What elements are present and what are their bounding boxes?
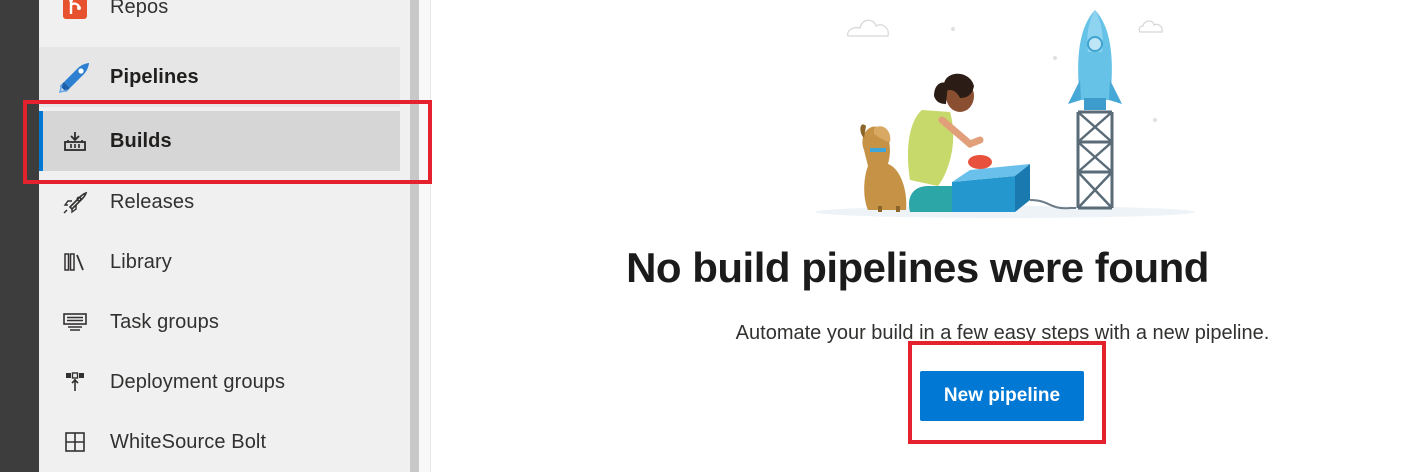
pipelines-icon xyxy=(57,59,93,95)
sidebar-item-whitesource-bolt[interactable]: WhiteSource Bolt xyxy=(39,412,400,472)
empty-state-subtitle: Automate your build in a few easy steps … xyxy=(735,322,1270,344)
releases-icon xyxy=(57,184,93,220)
sidebar-item-label: Releases xyxy=(110,190,195,213)
sidebar-item-label: Builds xyxy=(110,129,172,152)
rocket-icon xyxy=(1068,10,1122,110)
sidebar-item-builds[interactable]: Builds xyxy=(39,111,400,171)
selection-indicator xyxy=(39,111,43,171)
sidebar-item-label: WhiteSource Bolt xyxy=(110,430,267,453)
sidebar-item-label: Library xyxy=(110,250,172,273)
repos-icon xyxy=(57,0,93,25)
dog-figure xyxy=(860,124,907,212)
task-groups-icon xyxy=(57,304,93,340)
sidebar-item-repos[interactable]: Repos xyxy=(39,0,400,37)
empty-state-title: No build pipelines were found xyxy=(626,244,1209,291)
left-edge-strip xyxy=(0,0,39,472)
whitesource-bolt-icon xyxy=(57,424,93,460)
sidebar-item-label: Deployment groups xyxy=(110,370,286,393)
deployment-groups-icon xyxy=(57,364,93,400)
sidebar-item-deployment-groups[interactable]: Deployment groups xyxy=(39,352,400,412)
library-icon xyxy=(57,244,93,280)
rocket-tower xyxy=(1076,110,1114,210)
sidebar-item-label: Repos xyxy=(110,0,169,18)
sidebar-item-library[interactable]: Library xyxy=(39,232,400,292)
builds-icon xyxy=(57,123,93,159)
sidebar-item-label: Task groups xyxy=(110,310,219,333)
empty-state-illustration xyxy=(815,10,1195,218)
cloud-icon xyxy=(846,19,1163,37)
sidebar-item-task-groups[interactable]: Task groups xyxy=(39,292,400,352)
sidebar-scrollbar[interactable] xyxy=(410,0,419,472)
sidebar-item-releases[interactable]: Releases xyxy=(39,172,400,232)
sidebar-item-label: Pipelines xyxy=(110,65,199,88)
box-with-red-button xyxy=(952,155,1076,212)
sidebar-item-pipelines[interactable]: Pipelines xyxy=(39,47,400,107)
new-pipeline-button[interactable]: New pipeline xyxy=(920,371,1084,421)
